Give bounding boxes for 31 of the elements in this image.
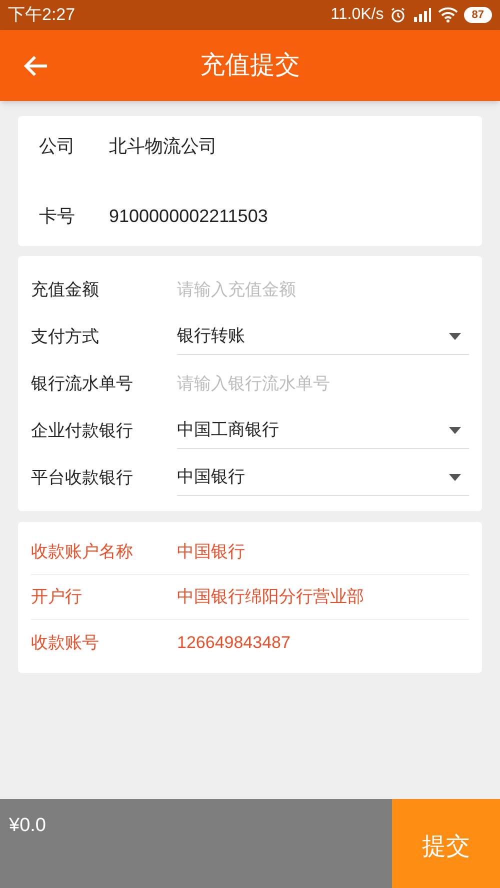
field-label: 平台收款银行 — [31, 466, 134, 489]
dropdown-field[interactable]: 银行转账 — [177, 318, 469, 354]
battery-indicator: 87 — [464, 7, 492, 23]
status-time: 下午2:27 — [8, 4, 76, 26]
account-label: 收款账号 — [31, 632, 100, 654]
total-amount: ¥0.0 — [8, 814, 47, 838]
wifi-icon — [438, 7, 458, 23]
dropdown-arrow-icon — [449, 474, 461, 480]
account-value: 中国银行 — [177, 541, 245, 564]
input-field[interactable]: 请输入充值金额 — [177, 272, 469, 308]
account-label: 开户行 — [31, 586, 83, 608]
field-label: 支付方式 — [31, 326, 100, 348]
input-field[interactable]: 请输入银行流水单号 — [177, 366, 469, 402]
signal-icon — [412, 7, 432, 23]
network-speed: 11.0K/s — [330, 5, 384, 25]
account-label: 收款账户名称 — [31, 541, 134, 564]
field-value: 北斗物流公司 — [109, 134, 217, 158]
field-label: 卡号 — [39, 204, 76, 228]
dropdown-arrow-icon — [449, 332, 461, 340]
field-label: 充值金额 — [31, 278, 100, 301]
account-value: 126649843487 — [177, 632, 290, 654]
field-label: 公司 — [39, 134, 76, 158]
account-value: 中国银行绵阳分行营业部 — [177, 586, 364, 608]
dropdown-arrow-icon — [449, 426, 461, 434]
field-value: 9100000002211503 — [109, 204, 268, 228]
alarm-icon — [390, 7, 406, 23]
field-label: 银行流水单号 — [31, 372, 134, 395]
field-label: 企业付款银行 — [31, 420, 134, 442]
page-title: 充值提交 — [200, 50, 300, 81]
dropdown-field[interactable]: 中国工商银行 — [177, 412, 469, 448]
dropdown-field[interactable]: 中国银行 — [177, 460, 469, 496]
